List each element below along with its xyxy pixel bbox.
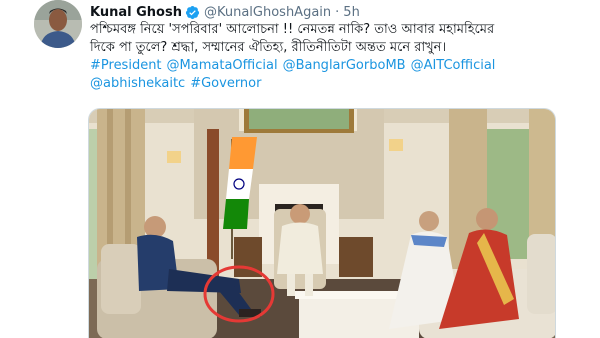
timestamp[interactable]: 5h [343,5,360,20]
mention-link[interactable]: @AITCofficial [411,58,496,73]
tweet-text: পশ্চিমবঙ্গ নিয়ে 'সপরিবার' আলোচনা !! নেম… [90,21,595,93]
tweet-text-line: পশ্চিমবঙ্গ নিয়ে 'সপরিবার' আলোচনা !! নেম… [90,22,495,37]
tweet-card[interactable]: Kunal Ghosh @KunalGhoshAgain · 5h পশ্চিম… [0,0,600,338]
tweet-header: Kunal Ghosh @KunalGhoshAgain · 5h [90,3,360,21]
hashtag-line: @abhishekaitc #Governor [90,75,595,93]
avatar-photo [34,0,82,48]
separator-dot: · [335,4,340,20]
tweet-photo[interactable] [88,108,556,338]
hashtag-line: #President @MamataOfficial @BanglarGorboMB… [90,57,595,75]
hashtag-link[interactable]: #Governor [190,76,261,91]
tweet-text-line: দিকে পা তুলে? শ্রদ্ধা, সম্মানের ঐতিহ্য, … [90,40,447,55]
mention-link[interactable]: @MamataOfficial [167,58,278,73]
hashtag-link[interactable]: #President [90,58,162,73]
display-name[interactable]: Kunal Ghosh [90,5,182,20]
avatar[interactable] [34,0,82,48]
meeting-room-photo [89,109,555,338]
mention-link[interactable]: @abhishekaitc [90,76,185,91]
mention-link[interactable]: @BanglarGorboMB [283,58,406,73]
user-handle[interactable]: @KunalGhoshAgain [204,5,331,20]
verified-badge-icon [185,5,200,20]
